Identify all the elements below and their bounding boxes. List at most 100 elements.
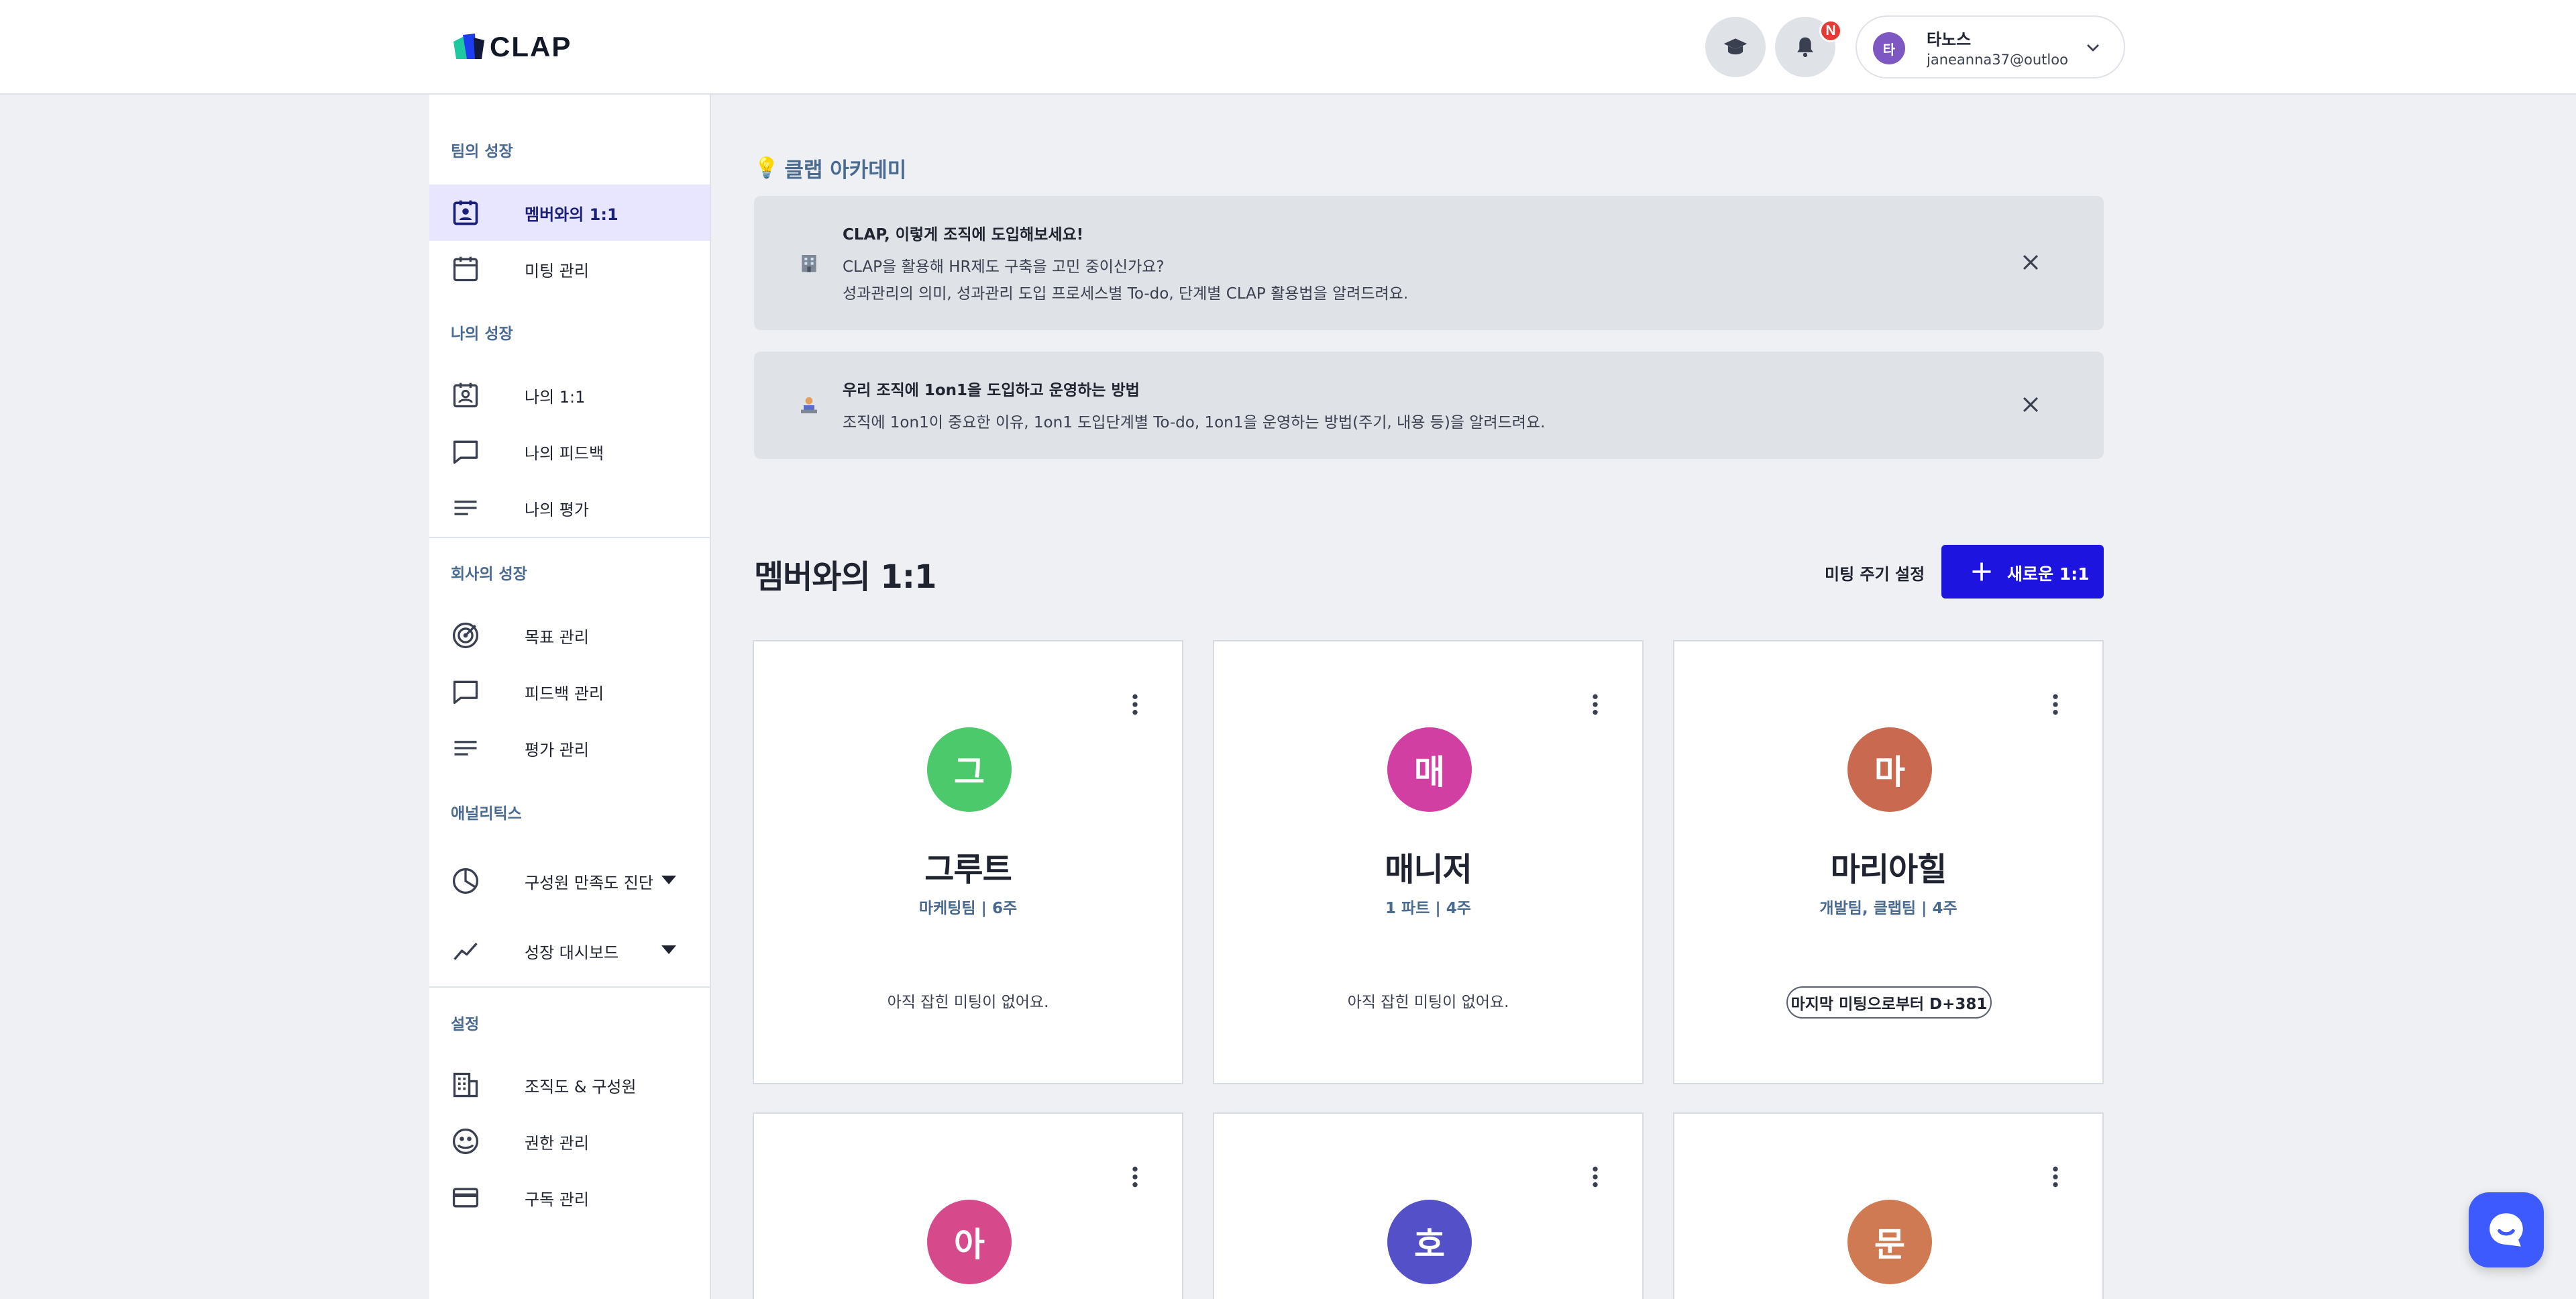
member-team: 개발팀, 클랩팀 | 4주 — [1819, 900, 1957, 917]
sidebar-section-company-growth: 회사의 성장 — [451, 566, 527, 583]
chevron-down-icon — [2087, 44, 2099, 52]
sidebar-section-settings: 설정 — [451, 1016, 480, 1033]
meeting-cycle-setting-link[interactable]: 미팅 주기 설정 — [1825, 561, 1925, 584]
sidebar-divider — [429, 537, 710, 538]
member-avatar: 마 — [1847, 727, 1932, 812]
building-icon — [453, 1072, 478, 1098]
close-icon[interactable] — [2019, 251, 2042, 274]
more-vertical-icon[interactable] — [2042, 1163, 2069, 1190]
chat-support-button[interactable] — [2469, 1192, 2544, 1267]
more-vertical-icon[interactable] — [1582, 691, 1609, 718]
lightbulb-icon: 💡 — [754, 156, 780, 180]
sidebar-item-label: 나의 피드백 — [525, 444, 604, 463]
more-vertical-icon[interactable] — [1122, 691, 1148, 718]
list-lines-icon — [454, 741, 477, 756]
sidebar-item-label: 목표 관리 — [525, 627, 589, 647]
new-1on1-button[interactable]: 새로운 1:1 — [1941, 545, 2104, 599]
member-card[interactable]: 그 그루트 마케팅팀 | 6주 아직 잡힌 미팅이 없어요. — [753, 640, 1183, 1084]
sidebar-item-my-feedback[interactable]: 나의 피드백 — [429, 423, 710, 480]
caret-down-icon[interactable] — [661, 876, 676, 884]
sidebar-item-subscription-management[interactable]: 구독 관리 — [429, 1170, 710, 1226]
sidebar-item-label: 피드백 관리 — [525, 684, 604, 703]
member-card[interactable]: 매 매니저 1 파트 | 4주 아직 잡힌 미팅이 없어요. — [1213, 640, 1644, 1084]
academy-card-title: 우리 조직에 1on1을 도입하고 운영하는 방법 — [843, 382, 1140, 399]
sidebar-item-label: 구독 관리 — [525, 1190, 589, 1209]
list-lines-icon — [454, 501, 477, 515]
top-header: CLAP N 타 타노스 janeanna37@outlook... — [0, 0, 2576, 95]
target-icon — [452, 622, 479, 649]
user-name: 타노스 — [1927, 30, 1972, 49]
user-avatar: 타 — [1873, 32, 1905, 64]
member-meeting-status: 아직 잡힌 미팅이 없어요. — [887, 994, 1049, 1011]
academy-card[interactable]: CLAP, 이렇게 조직에 도입해보세요! CLAP을 활용해 HR제도 구축을… — [754, 196, 2104, 330]
member-name: 매니저 — [1385, 851, 1472, 888]
plus-icon — [1972, 562, 1991, 581]
academy-card-description: CLAP을 활용해 HR제도 구축을 고민 중이신가요? — [843, 258, 1165, 276]
chat-bubble-icon — [453, 680, 478, 705]
chat-bubble-icon — [453, 440, 478, 464]
sidebar-section-my-growth: 나의 성장 — [451, 325, 513, 343]
member-avatar: 문 — [1847, 1200, 1932, 1284]
face-icon — [452, 1128, 479, 1155]
member-team: 마케팅팀 | 6주 — [918, 900, 1018, 917]
sidebar-item-org-chart[interactable]: 조직도 & 구성원 — [429, 1057, 710, 1113]
sidebar-item-evaluation-management[interactable]: 평가 관리 — [429, 720, 710, 776]
close-icon[interactable] — [2019, 393, 2042, 416]
academy-card-description: 성과관리의 의미, 성과관리 도입 프로세스별 To-do, 단계별 CLAP … — [843, 285, 1409, 303]
member-team: 1 파트 | 4주 — [1385, 900, 1471, 917]
bell-icon — [1797, 37, 1813, 58]
user-menu[interactable]: 타 타노스 janeanna37@outlook... — [1856, 15, 2125, 79]
clap-logo-icon — [453, 34, 484, 59]
academy-button[interactable] — [1705, 17, 1766, 77]
member-card[interactable]: 호 — [1213, 1112, 1644, 1299]
trend-line-icon — [453, 942, 478, 960]
sidebar-item-label: 나의 평가 — [525, 500, 589, 519]
new-1on1-button-label: 새로운 1:1 — [2007, 564, 2090, 584]
page-title: 멤버와의 1:1 — [754, 558, 936, 596]
sidebar: 팀의 성장 멤버와의 1:1 미팅 관리 나의 성장 나의 1:1 나의 피드백… — [429, 95, 711, 1299]
calendar-icon — [453, 256, 478, 282]
sidebar-section-team-growth: 팀의 성장 — [451, 143, 513, 160]
sidebar-item-my-1on1[interactable]: 나의 1:1 — [429, 367, 710, 423]
sidebar-item-label: 평가 관리 — [525, 740, 589, 760]
member-avatar: 매 — [1387, 727, 1472, 812]
member-name: 마리아힐 — [1830, 851, 1947, 888]
academy-title-text: 클랩 아카데미 — [784, 158, 907, 183]
sidebar-item-satisfaction-survey[interactable]: 구성원 만족도 진단 — [429, 853, 710, 909]
member-avatar: 아 — [927, 1200, 1012, 1284]
person-at-desk-icon — [801, 397, 817, 413]
sidebar-item-label: 권한 관리 — [525, 1133, 589, 1153]
graduation-cap-icon — [1723, 38, 1748, 55]
academy-card[interactable]: 우리 조직에 1on1을 도입하고 운영하는 방법 조직에 1on1이 중요한 … — [754, 352, 2104, 459]
member-name: 그루트 — [924, 851, 1012, 888]
sidebar-item-goal-management[interactable]: 목표 관리 — [429, 607, 710, 664]
sidebar-section-analytics: 애널리틱스 — [451, 805, 522, 823]
academy-card-description: 조직에 1on1이 중요한 이유, 1on1 도입단계별 To-do, 1on1… — [843, 414, 1546, 431]
sidebar-item-label: 구성원 만족도 진단 — [525, 873, 653, 892]
sidebar-item-label: 성장 대시보드 — [525, 943, 619, 962]
clap-logo[interactable]: CLAP — [451, 31, 572, 63]
user-email: janeanna37@outlook... — [1927, 52, 2068, 68]
more-vertical-icon[interactable] — [1122, 1163, 1148, 1190]
sidebar-item-label: 멤버와의 1:1 — [525, 205, 619, 224]
sidebar-item-member-1on1[interactable]: 멤버와의 1:1 — [429, 185, 710, 241]
more-vertical-icon[interactable] — [1582, 1163, 1609, 1190]
academy-card-title: CLAP, 이렇게 조직에 도입해보세요! — [843, 226, 1084, 244]
member-card[interactable]: 마 마리아힐 개발팀, 클랩팀 | 4주 마지막 미팅으로부터 D+381 — [1673, 640, 2104, 1084]
member-card[interactable]: 아 — [753, 1112, 1183, 1299]
sidebar-item-my-evaluation[interactable]: 나의 평가 — [429, 480, 710, 536]
sidebar-item-growth-dashboard[interactable]: 성장 대시보드 — [429, 923, 710, 979]
sidebar-divider — [429, 986, 710, 988]
caret-down-icon[interactable] — [661, 945, 676, 954]
member-avatar: 그 — [927, 727, 1012, 812]
sidebar-item-label: 나의 1:1 — [525, 387, 586, 407]
more-vertical-icon[interactable] — [2042, 691, 2069, 718]
sidebar-item-permission-management[interactable]: 권한 관리 — [429, 1113, 710, 1170]
sidebar-item-feedback-management[interactable]: 피드백 관리 — [429, 664, 710, 720]
sidebar-item-meeting-management[interactable]: 미팅 관리 — [429, 241, 710, 297]
credit-card-icon — [452, 1188, 479, 1208]
pie-chart-icon — [452, 868, 479, 894]
member-card[interactable]: 문 — [1673, 1112, 2104, 1299]
contact-card-icon — [453, 382, 478, 408]
last-meeting-days-badge: 마지막 미팅으로부터 D+381 — [1786, 986, 1992, 1019]
